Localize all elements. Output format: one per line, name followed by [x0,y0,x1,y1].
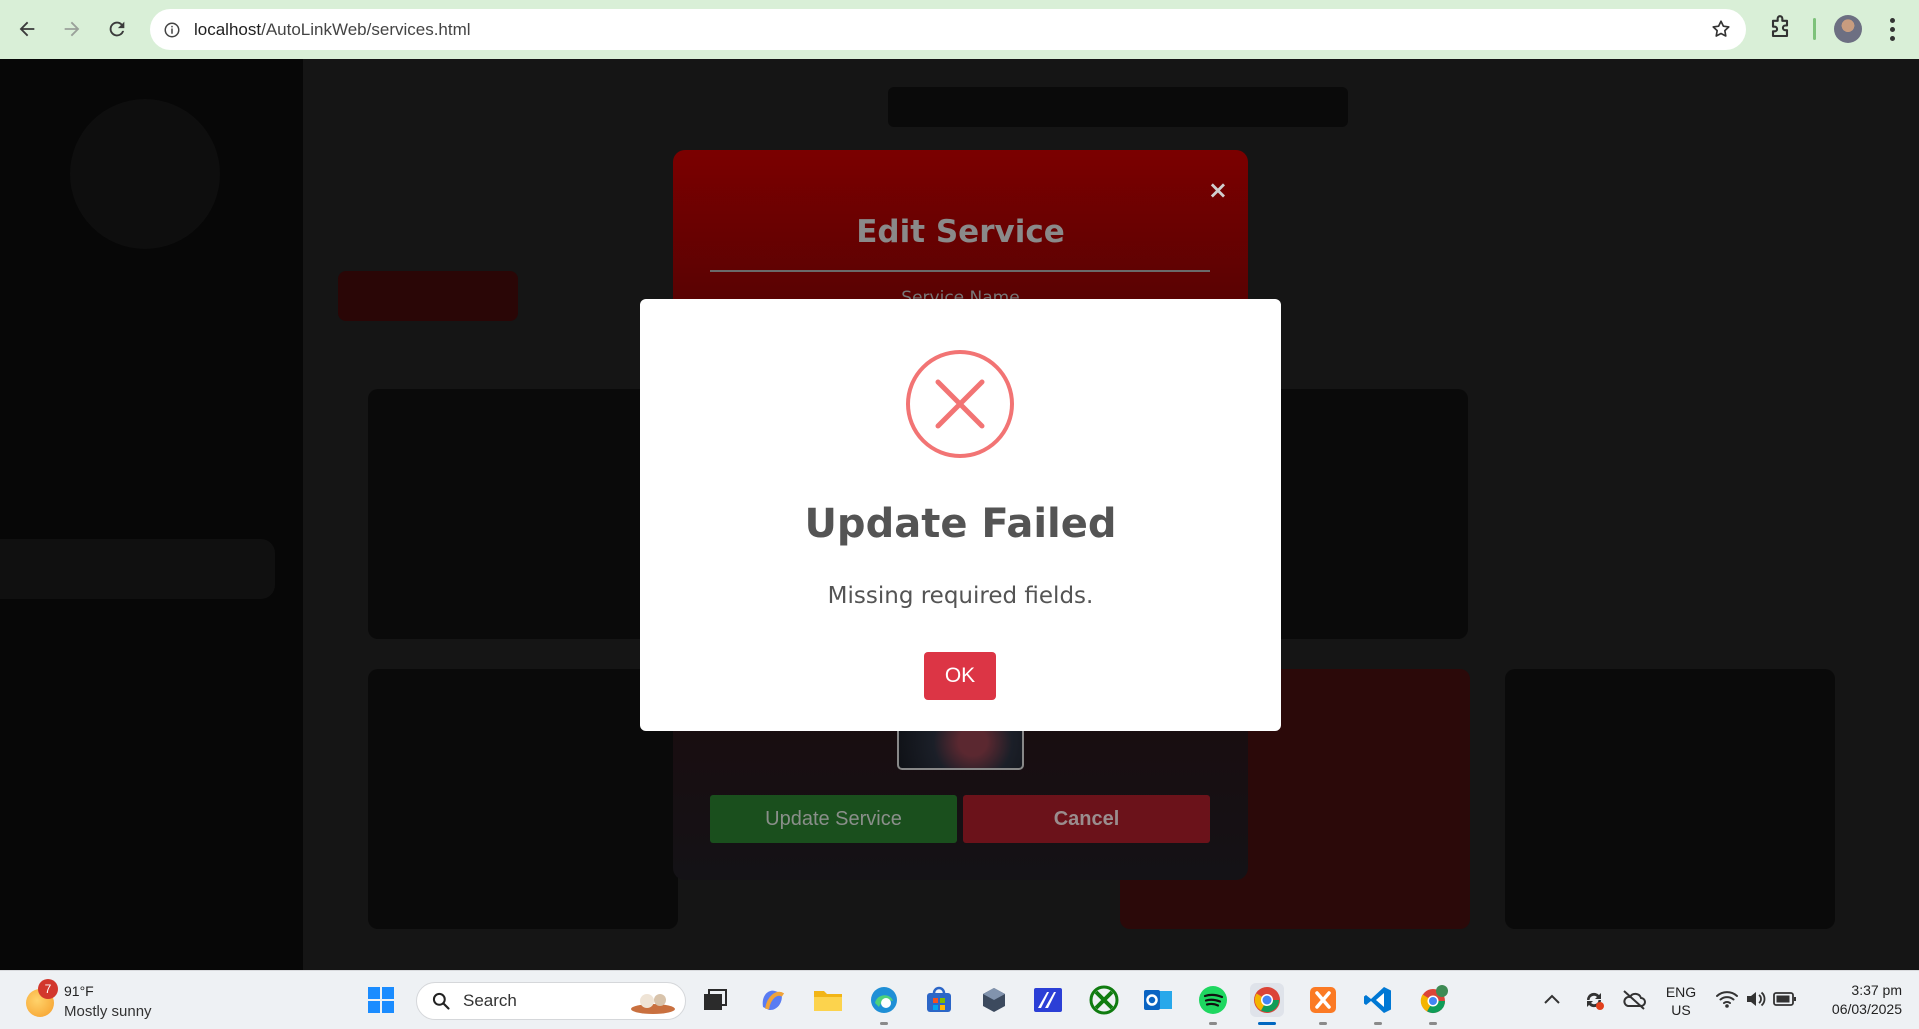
chrome-profile-icon[interactable] [1416,983,1450,1025]
chevron-up-icon[interactable] [1543,992,1561,1006]
site-info-icon[interactable] [162,20,182,40]
service-card [368,669,678,929]
reload-button[interactable] [99,11,135,47]
address-bar[interactable]: localhost/AutoLinkWeb/services.html [150,9,1746,50]
add-service-button [338,271,518,321]
edge-browser-icon[interactable] [867,983,901,1025]
file-explorer-icon[interactable] [811,983,845,1017]
service-card [1505,669,1835,929]
sidebar-active-item [0,539,275,599]
modal-title: Edit Service [856,214,1065,250]
update-service-button[interactable]: Update Service [710,795,957,843]
reload-icon [109,21,125,37]
back-button[interactable] [9,11,45,47]
language-indicator[interactable]: ENG US [1661,983,1701,1019]
xbox-icon[interactable] [1087,983,1121,1017]
power-automate-icon[interactable] [1031,983,1065,1017]
browser-menu-button[interactable] [1882,14,1902,44]
running-indicator [1209,1022,1217,1025]
virtualbox-icon[interactable] [977,983,1011,1017]
alert-title: Update Failed [804,501,1117,547]
task-view-icon[interactable] [698,983,732,1017]
clock-time: 3:37 pm [1851,982,1902,998]
search-highlight-icon [631,994,675,1014]
battery-icon[interactable] [1773,991,1797,1007]
copilot-icon[interactable] [755,983,789,1017]
search-label: Search [463,991,517,1010]
volume-icon[interactable] [1745,989,1767,1009]
running-indicator [1319,1022,1327,1025]
service-card [368,389,678,639]
error-x-icon [905,349,1015,459]
taskbar-search[interactable]: Search [416,982,686,1020]
search-icon [432,992,450,1010]
alert-message: Missing required fields. [827,583,1094,609]
running-indicator [1429,1022,1437,1025]
profile-avatar[interactable] [1834,15,1862,43]
extensions-puzzle-icon[interactable] [1766,15,1794,43]
error-alert-dialog: Update Failed Missing required fields. O… [640,299,1281,731]
url-host: localhost [194,19,262,39]
ok-button[interactable]: OK [924,652,996,700]
active-indicator [1258,1022,1276,1025]
chrome-icon[interactable] [1250,983,1284,1025]
modal-divider [710,270,1210,272]
microsoft-store-icon[interactable] [922,983,956,1017]
forward-button[interactable] [54,11,90,47]
weather-temperature: 91°F [64,983,94,999]
weather-widget[interactable]: 7 91°F Mostly sunny [22,979,182,1023]
browser-toolbar: localhost/AutoLinkWeb/services.html [0,0,1919,59]
arrow-left-icon [19,21,35,37]
bookmark-star-icon[interactable] [1710,18,1732,40]
language-code: ENG [1665,984,1697,1000]
vscode-icon[interactable] [1361,983,1395,1025]
url-path: /AutoLinkWeb/services.html [261,19,471,39]
region-code: US [1671,1002,1691,1018]
weather-condition: Mostly sunny [64,1003,152,1020]
xampp-icon[interactable] [1306,983,1340,1025]
onedrive-offline-icon[interactable] [1621,988,1647,1012]
running-indicator [1374,1022,1382,1025]
weather-badge: 7 [38,979,58,999]
running-indicator [880,1022,888,1025]
clock[interactable]: 3:37 pm 06/03/2025 [1812,981,1902,1019]
windows-taskbar: 7 91°F Mostly sunny Search ENG US 3:37 p… [0,970,1919,1029]
wifi-icon[interactable] [1716,989,1738,1009]
outlook-icon[interactable] [1141,983,1175,1017]
start-button[interactable] [364,983,398,1017]
close-icon[interactable]: × [1208,176,1228,204]
url-text: localhost/AutoLinkWeb/services.html [194,20,471,40]
arrow-right-icon [64,21,80,37]
sync-icon[interactable] [1582,988,1606,1012]
cancel-button[interactable]: Cancel [963,795,1210,843]
page-header [888,87,1348,127]
spotify-icon[interactable] [1196,983,1230,1025]
logo [70,99,220,249]
windows-logo-icon [368,987,394,1013]
toolbar-divider [1813,18,1816,40]
service-card [1250,389,1468,639]
clock-date: 06/03/2025 [1831,1001,1902,1017]
